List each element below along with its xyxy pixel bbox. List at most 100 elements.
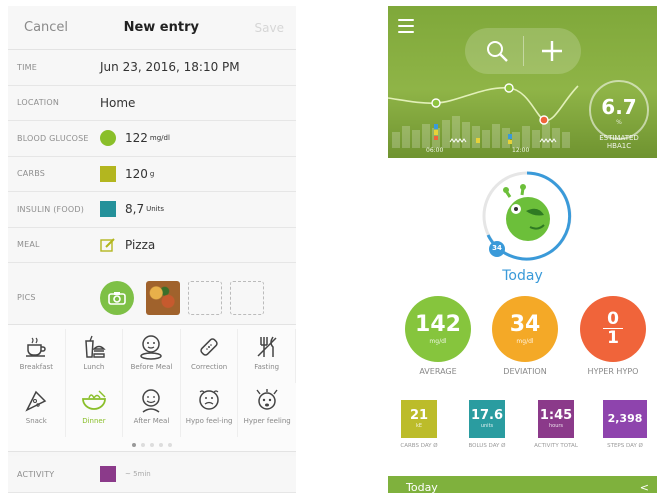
meal-tag-hypo-feeling[interactable]: Hypo feel-ing <box>181 383 239 437</box>
activity-total-tile[interactable]: 1:45 hours <box>538 400 574 438</box>
pizza-photo-thumbnail[interactable] <box>146 280 180 315</box>
meal-tag-pager[interactable] <box>8 443 296 447</box>
time-axis-label: 12:00 <box>512 147 530 154</box>
hypo-count: 1 <box>607 328 619 348</box>
bolus-day-unit: units <box>480 423 494 429</box>
meal-tag-picker: Breakfast Lunch Before Meal Correction F… <box>8 324 296 452</box>
meal-tag-label: Before Meal <box>130 363 173 371</box>
deviation-stat-circle[interactable]: 34 mg/dl <box>492 296 558 362</box>
dashboard-screen: 6.7 % ESTIMATED HBA1C 06:00 12:00 34 Tod… <box>388 6 657 493</box>
fork-knife-icon <box>255 333 279 361</box>
activity-square-icon <box>100 466 116 482</box>
carbs-day-tile[interactable]: 21 kE <box>401 400 437 438</box>
average-unit: mg/dl <box>429 337 447 345</box>
meal-tag-label: Fasting <box>254 363 280 371</box>
steps-day-value: 2,398 <box>607 412 643 425</box>
pencil-note-icon <box>100 237 116 253</box>
burger-drink-icon <box>82 333 106 361</box>
chevron-left-icon[interactable]: < <box>640 481 649 493</box>
search-icon[interactable] <box>485 39 509 63</box>
deviation-unit: mg/dl <box>516 337 534 345</box>
period-bottom-bar[interactable]: Today < <box>388 476 657 493</box>
hyper-count: 0 <box>603 311 623 329</box>
meal-tag-fasting[interactable]: Fasting <box>238 329 296 383</box>
average-value: 142 <box>415 311 461 337</box>
glucose-value: 122 <box>125 131 148 146</box>
hyper-hypo-label: HYPER HYPO <box>587 367 639 376</box>
cancel-button[interactable]: Cancel <box>24 20 68 35</box>
glucose-dot-icon <box>100 130 116 147</box>
deviation-label: DEVIATION <box>503 367 547 376</box>
empty-photo-slot[interactable] <box>230 280 264 315</box>
screenshot-stage: Cancel New entry Save TIME Jun 23, 2016,… <box>0 0 657 493</box>
meal-tag-label: Dinner <box>82 417 106 425</box>
bowl-icon <box>81 387 107 415</box>
face-sad-icon <box>196 387 222 415</box>
face-plate-icon <box>138 333 164 361</box>
steps-day-tile[interactable]: 2,398 <box>603 400 647 438</box>
location-value: Home <box>100 95 136 110</box>
page-dot <box>150 443 154 447</box>
meal-label: MEAL <box>17 240 40 250</box>
meal-tag-after-meal[interactable]: After Meal <box>123 383 181 437</box>
activity-value: ~ 5min <box>125 470 151 478</box>
hba1c-badge[interactable]: 6.7 % <box>589 80 649 140</box>
insulin-square-icon <box>100 201 116 218</box>
time-value: Jun 23, 2016, 18:10 PM <box>100 60 240 75</box>
meal-row[interactable]: MEAL Pizza <box>8 227 296 263</box>
hba1c-label: ESTIMATED HBA1C <box>599 134 639 150</box>
carbs-label: CARBS <box>17 169 46 179</box>
average-stat-circle[interactable]: 142 mg/dl <box>405 296 471 362</box>
steps-day-label: STEPS DAY Ø <box>607 443 643 449</box>
period-title: Today <box>502 268 543 284</box>
glucose-chart-header: 6.7 % ESTIMATED HBA1C 06:00 12:00 <box>388 6 657 158</box>
action-pill <box>465 28 581 74</box>
carbs-value: 120 <box>125 166 148 181</box>
carbs-day-unit: kE <box>415 423 423 429</box>
meal-tag-label: Breakfast <box>19 363 53 371</box>
hyper-hypo-stat-circle[interactable]: 0 1 <box>580 296 646 362</box>
activity-total-value: 1:45 <box>539 408 573 423</box>
daily-progress-mascot[interactable]: 34 <box>480 169 574 263</box>
meal-tag-snack[interactable]: Snack <box>8 383 66 437</box>
time-row[interactable]: TIME Jun 23, 2016, 18:10 PM <box>8 50 296 86</box>
camera-icon <box>108 291 126 305</box>
meal-tag-label: Correction <box>190 363 228 371</box>
meal-tag-before-meal[interactable]: Before Meal <box>123 329 181 383</box>
hamburger-menu-icon[interactable] <box>398 19 414 37</box>
meal-tag-dinner[interactable]: Dinner <box>66 383 124 437</box>
carbs-unit: g <box>149 169 155 178</box>
insulin-row[interactable]: INSULIN (FOOD) 8,7 Units <box>8 192 296 228</box>
empty-photo-slot[interactable] <box>188 280 222 315</box>
pics-row: PICS <box>8 263 296 333</box>
page-title: New entry <box>123 20 199 35</box>
meal-tag-label: Hyper feeling <box>243 417 291 425</box>
mascot-badge: 34 <box>492 244 502 252</box>
bandage-icon <box>197 333 221 361</box>
glucose-unit: mg/dl <box>149 134 170 143</box>
activity-row[interactable]: ACTIVITY ~ 5min <box>8 456 296 493</box>
meal-tag-hyper-feeling[interactable]: Hyper feeling <box>238 383 296 437</box>
carbs-day-value: 21 <box>409 408 429 423</box>
meal-tag-label: Lunch <box>83 363 105 371</box>
location-row[interactable]: LOCATION Home <box>8 85 296 121</box>
camera-button[interactable] <box>100 280 134 315</box>
meal-tag-correction[interactable]: Correction <box>181 329 239 383</box>
page-dot <box>168 443 172 447</box>
time-label: TIME <box>17 62 38 72</box>
carbs-row[interactable]: CARBS 120 g <box>8 156 296 192</box>
blood-glucose-row[interactable]: BLOOD GLUCOSE 122 mg/dl <box>8 121 296 157</box>
page-dot <box>141 443 145 447</box>
bolus-day-tile[interactable]: 17.6 units <box>469 400 505 438</box>
nav-bar: Cancel New entry Save <box>8 6 296 50</box>
meal-value: Pizza <box>125 237 156 252</box>
meal-tag-breakfast[interactable]: Breakfast <box>8 329 66 383</box>
meal-tag-lunch[interactable]: Lunch <box>66 329 124 383</box>
bolus-day-label: BOLUS DAY Ø <box>468 443 506 449</box>
carbs-square-icon <box>100 165 116 182</box>
meal-tag-label: After Meal <box>133 417 170 425</box>
coffee-cup-icon <box>24 333 48 361</box>
add-entry-icon[interactable] <box>541 40 563 62</box>
save-button[interactable]: Save <box>255 21 284 35</box>
location-label: LOCATION <box>17 98 60 108</box>
